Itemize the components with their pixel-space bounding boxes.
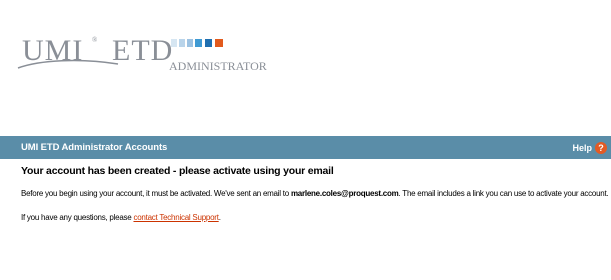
accounts-titlebar: UMI ETD Administrator Accounts Help ? bbox=[0, 136, 611, 159]
support-message: If you have any questions, please contac… bbox=[21, 213, 606, 223]
page-title: UMI ETD Administrator Accounts bbox=[21, 142, 168, 153]
help-label[interactable]: Help bbox=[572, 143, 592, 153]
user-email: marlene.coles@proquest.com bbox=[290, 189, 399, 198]
logo-squares bbox=[171, 39, 223, 47]
activation-message: Before you begin using your account, it … bbox=[21, 189, 609, 199]
contact-support-link[interactable]: contact Technical Support bbox=[133, 213, 218, 222]
confirmation-content: Your account has been created - please a… bbox=[21, 165, 609, 237]
logo-umi: UMI bbox=[22, 34, 83, 67]
activation-text-post: . The email includes a link you can use … bbox=[398, 189, 609, 198]
confirmation-heading: Your account has been created - please a… bbox=[21, 165, 334, 177]
umi-etd-administrator-logo: UMI ® ETD ADMINISTRATOR bbox=[0, 0, 611, 90]
logo-etd: ETD bbox=[112, 34, 173, 67]
logo-umi-mark: ® bbox=[92, 36, 98, 44]
activation-text-pre: Before you begin using your account, it … bbox=[21, 189, 291, 198]
question-icon[interactable]: ? bbox=[595, 141, 607, 154]
support-text-post: . bbox=[218, 213, 221, 222]
help-button[interactable]: Help ? bbox=[572, 141, 607, 154]
logo-administrator: ADMINISTRATOR bbox=[169, 59, 267, 73]
support-text-pre: If you have any questions, please bbox=[21, 213, 134, 222]
